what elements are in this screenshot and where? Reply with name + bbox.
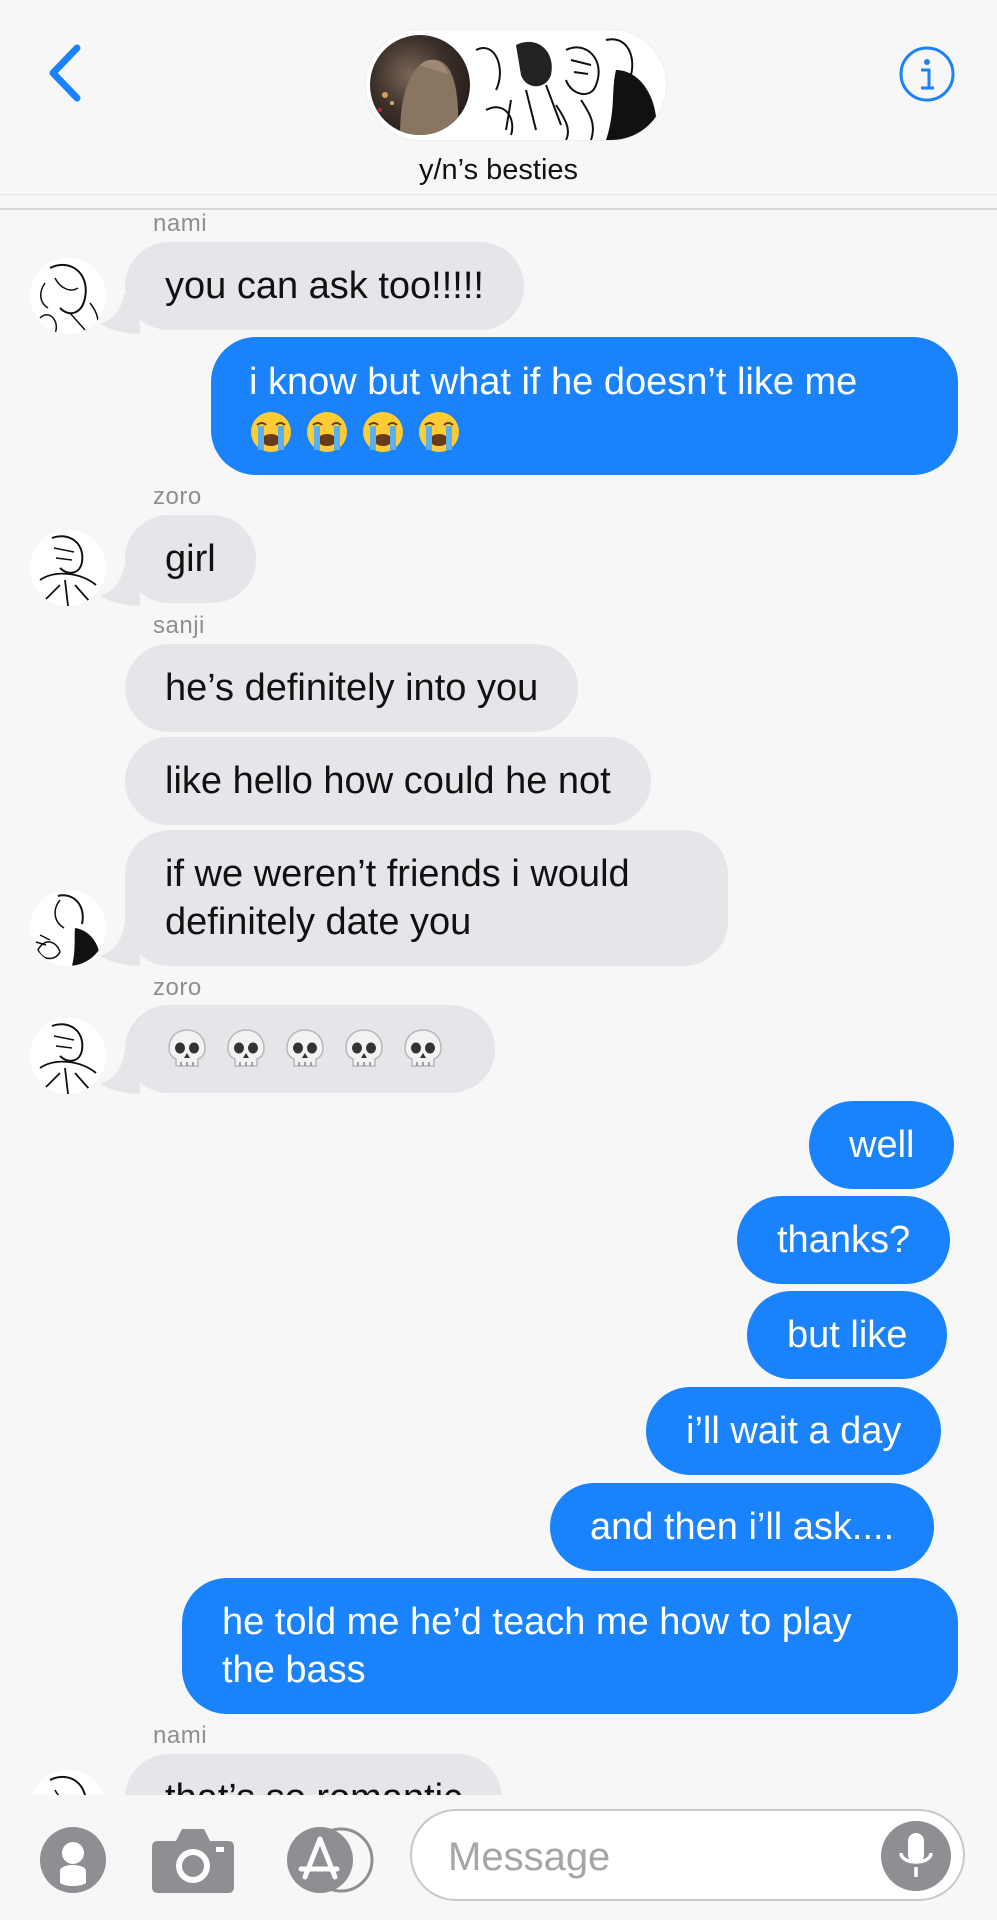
skull-emoji <box>168 1029 206 1067</box>
compose-bar: Message <box>0 1795 997 1920</box>
app-store-icon <box>287 1827 374 1893</box>
conversation-header: y/n’s besties <box>0 0 997 210</box>
message-bubble[interactable]: that’s so romantic <box>125 1754 503 1795</box>
sender-name: nami <box>153 1722 208 1749</box>
sender-name: sanji <box>153 612 205 639</box>
message-bubble[interactable]: i know but what if he doesn’t like me <box>211 337 958 475</box>
message-input[interactable]: Message <box>410 1809 965 1901</box>
message-text: i’ll wait a day <box>686 1410 902 1452</box>
message-text: that’s so romantic <box>165 1774 462 1795</box>
info-button[interactable] <box>898 45 956 103</box>
message-bubble[interactable]: girl <box>125 515 256 603</box>
message-text: he’s definitely into you <box>165 667 539 709</box>
message-text: the bass <box>222 1649 366 1691</box>
nami-avatar[interactable] <box>30 1770 106 1795</box>
message-bubble[interactable]: you can ask too!!!!! <box>125 242 524 330</box>
zoro-avatar[interactable] <box>30 530 106 606</box>
info-icon <box>899 46 955 102</box>
skull-emoji <box>286 1029 324 1067</box>
sanji-avatar[interactable] <box>30 890 106 966</box>
message-text: like hello how could he not <box>165 760 611 802</box>
message-bubble[interactable]: he told me he’d teach me how to play the… <box>182 1578 958 1714</box>
group-avatar[interactable] <box>366 30 666 140</box>
message-bubble[interactable]: well <box>809 1101 955 1189</box>
camera-button[interactable] <box>150 1823 236 1900</box>
loudly-crying-face-emoji <box>251 412 291 452</box>
message-bubble[interactable]: if we weren’t friends i would definitely… <box>125 830 728 966</box>
message-bubble[interactable]: like hello how could he not <box>125 737 651 825</box>
message-bubble[interactable] <box>125 1005 495 1093</box>
message-text: thanks? <box>777 1219 911 1261</box>
message-text: and then i’ll ask.... <box>590 1506 895 1548</box>
message-text: if we weren’t friends i would <box>165 853 630 895</box>
message-bubble[interactable]: i’ll wait a day <box>646 1387 942 1475</box>
message-text: i know but what if he doesn’t like me <box>249 361 858 403</box>
message-text: girl <box>165 538 216 580</box>
back-button[interactable] <box>40 40 90 106</box>
message-placeholder: Message <box>448 1835 611 1879</box>
message-bubble[interactable]: thanks? <box>737 1196 951 1284</box>
group-sketch-avatar <box>475 38 657 140</box>
dictation-button[interactable] <box>881 1821 951 1891</box>
apps-button[interactable] <box>38 1825 108 1900</box>
chevron-left-icon <box>49 44 81 102</box>
loudly-crying-face-emoji <box>419 412 459 452</box>
camera-icon <box>152 1829 234 1893</box>
chat-title[interactable]: y/n’s besties <box>0 154 997 187</box>
sender-name: zoro <box>153 974 202 1001</box>
message-bubble[interactable]: but like <box>747 1291 948 1379</box>
apps-icon <box>40 1827 106 1893</box>
message-text: you can ask too!!!!! <box>165 265 484 307</box>
message-bubble[interactable]: he’s definitely into you <box>125 644 579 732</box>
skull-emoji <box>404 1029 442 1067</box>
group-photo-avatar <box>370 35 470 135</box>
skull-emoji <box>345 1029 383 1067</box>
nami-avatar[interactable] <box>30 258 106 334</box>
zoro-avatar[interactable] <box>30 1018 106 1094</box>
message-bubble[interactable]: and then i’ll ask.... <box>550 1483 935 1571</box>
loudly-crying-face-emoji <box>307 412 347 452</box>
emoji-row <box>165 1027 445 1071</box>
message-text: definitely date you <box>165 901 472 943</box>
message-text: he told me he’d teach me how to play <box>222 1601 852 1643</box>
app-store-button[interactable] <box>285 1825 375 1900</box>
emoji-row <box>249 410 857 454</box>
loudly-crying-face-emoji <box>363 412 403 452</box>
skull-emoji <box>227 1029 265 1067</box>
sender-name: zoro <box>153 483 202 510</box>
message-list[interactable]: nami you can ask too!!!!! i know but wha… <box>0 210 997 1795</box>
microphone-icon <box>899 1833 933 1877</box>
sender-name: nami <box>153 210 208 237</box>
message-text: well <box>849 1124 915 1166</box>
message-text: but like <box>787 1314 908 1356</box>
